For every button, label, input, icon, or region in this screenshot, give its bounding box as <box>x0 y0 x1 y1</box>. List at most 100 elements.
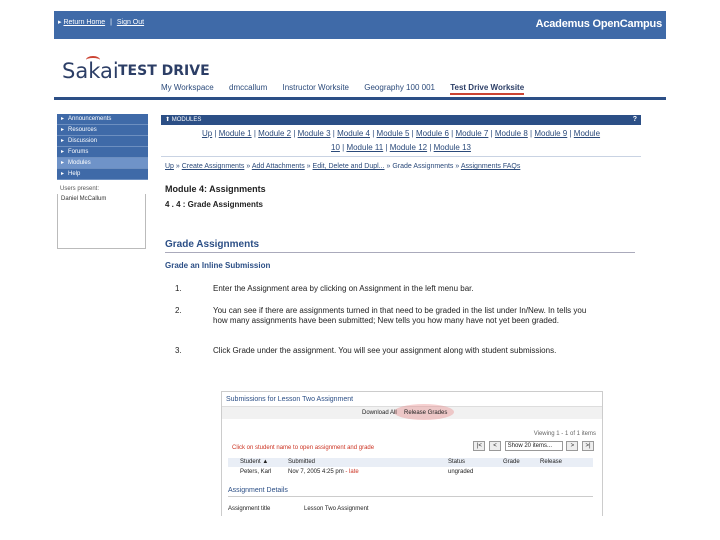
home-icon: ▸ <box>58 19 62 26</box>
crumb-link[interactable]: Assignments FAQs <box>461 163 521 170</box>
modules-bar-title: MODULES <box>171 117 202 123</box>
col-status[interactable]: Status <box>448 458 465 467</box>
module-link[interactable]: Module <box>574 129 600 138</box>
sakai-logo: Sakai <box>62 56 119 83</box>
top-links: ▸ Return Home | Sign Out <box>58 18 144 26</box>
col-student[interactable]: Student ▲ <box>240 458 268 467</box>
pager: |< < Show 20 items... > >| <box>471 441 594 451</box>
col-grade[interactable]: Grade <box>503 458 520 467</box>
late-flag: - late <box>345 469 359 475</box>
submissions-toolbar: Download All Release Grades <box>222 404 602 420</box>
submitted-date-text: Nov 7, 2005 4:25 pm <box>288 469 344 475</box>
nav-label: Discussion <box>68 138 98 144</box>
page-size-select[interactable]: Show 20 items... <box>504 441 563 451</box>
help-icon[interactable]: ? <box>633 115 637 125</box>
nav-item-resources[interactable]: ▸ Resources <box>57 125 148 136</box>
tab-geography[interactable]: Geography 100 001 <box>364 83 435 92</box>
last-page-button[interactable]: >| <box>582 441 594 451</box>
brand-logo: Academus OpenCampus <box>535 18 663 30</box>
slide-frame: ▸ Return Home | Sign Out Academus OpenCa… <box>54 11 666 516</box>
left-nav: ▸ Announcements ▸ Resources ▸ Discussion ▸ F… <box>57 114 148 249</box>
nav-label: Forums <box>68 149 89 155</box>
section-title: 4 . 4 : Grade Assignments <box>165 200 263 209</box>
module-link[interactable]: Up <box>202 129 212 138</box>
link-separator: | <box>110 19 112 26</box>
module-link[interactable]: Module 1 <box>219 129 252 138</box>
nav-item-modules[interactable]: ▸ Modules <box>57 158 148 169</box>
step-3: 3. Click Grade under the assignment. You… <box>161 346 641 368</box>
table-header: Student ▲ Submitted Status Grade Release <box>228 458 593 467</box>
modules-bar: ⬆ MODULES ? <box>161 115 641 125</box>
col-release[interactable]: Release <box>540 458 562 467</box>
tab-my-workspace[interactable]: My Workspace <box>161 83 214 92</box>
arrow-icon: ▸ <box>61 127 65 133</box>
detail-label: Assignment title <box>228 506 271 512</box>
module-links-row-1: Up | Module 1 | Module 2 | Module 3 | Mo… <box>201 129 601 138</box>
up-arrow-icon: ⬆ <box>165 117 171 123</box>
submitted-date: Nov 7, 2005 4:25 pm - late <box>288 468 359 477</box>
site-title: TEST DRIVE <box>118 63 210 79</box>
main-content: ⬆ MODULES ? Up | Module 1 | Module 2 | M… <box>161 115 641 368</box>
presence-list: Daniel McCallum <box>57 194 146 249</box>
status-value: ungraded <box>448 469 474 475</box>
page-title: Grade Assignments <box>165 239 260 250</box>
module-link[interactable]: Module 3 <box>298 129 331 138</box>
module-link[interactable]: Module 13 <box>434 143 471 152</box>
student-name-link[interactable]: Peters, Karl <box>240 468 271 477</box>
assignment-detail-row: Assignment title Lesson Two Assignment <box>228 506 369 512</box>
prev-page-button[interactable]: < <box>488 441 501 451</box>
return-home-link[interactable]: Return Home <box>63 19 105 26</box>
col-submitted[interactable]: Submitted <box>288 458 315 467</box>
crumb-link[interactable]: Add Attachments <box>252 163 305 170</box>
step-number: 1. <box>175 284 182 293</box>
nav-item-announcements[interactable]: ▸ Announcements <box>57 114 148 125</box>
module-link[interactable]: Module 9 <box>534 129 567 138</box>
release-grades-link[interactable]: Release Grades <box>404 407 447 419</box>
presence-user: Daniel McCallum <box>61 196 107 202</box>
crumb-current: Grade Assignments <box>392 163 454 170</box>
module-link[interactable]: Module 6 <box>416 129 449 138</box>
module-link[interactable]: Module 8 <box>495 129 528 138</box>
module-link[interactable]: Module 5 <box>377 129 410 138</box>
sign-out-link[interactable]: Sign Out <box>117 19 144 26</box>
arrow-icon: ▸ <box>61 116 65 122</box>
module-link[interactable]: Module 7 <box>455 129 488 138</box>
viewing-count: Viewing 1 - 1 of 1 items <box>533 431 596 437</box>
step-number: 2. <box>175 306 182 315</box>
step-text: You can see if there are assignments tur… <box>213 306 587 325</box>
presence-label: Users present: <box>60 186 100 192</box>
section-breadcrumb: Up » Create Assignments » Add Attachment… <box>165 163 521 170</box>
module-link[interactable]: 10 <box>331 143 340 152</box>
nav-label: Help <box>68 171 81 177</box>
tab-test-drive-worksite[interactable]: Test Drive Worksite <box>450 83 525 95</box>
arrow-icon: ▸ <box>61 160 65 166</box>
crumb-link[interactable]: Up <box>165 163 174 170</box>
instruction-message: Click on student name to open assignment… <box>232 445 375 451</box>
nav-label: Modules <box>68 160 91 166</box>
arrow-icon: ▸ <box>61 149 65 155</box>
step-number: 3. <box>175 346 182 355</box>
crumb-link[interactable]: Create Assignments <box>182 163 245 170</box>
table-row: Peters, Karl Nov 7, 2005 4:25 pm - late … <box>228 468 593 477</box>
module-link[interactable]: Module 4 <box>337 129 370 138</box>
tab-dmccallum[interactable]: dmccallum <box>229 83 267 92</box>
nav-label: Announcements <box>68 116 112 122</box>
module-link[interactable]: Module 11 <box>346 143 383 152</box>
module-links-row-2: 10 | Module 11 | Module 12 | Module 13 <box>331 143 471 152</box>
first-page-button[interactable]: |< <box>473 441 486 451</box>
module-link[interactable]: Module 12 <box>390 143 427 152</box>
step-1: 1. Enter the Assignment area by clicking… <box>161 284 641 296</box>
step-text: Enter the Assignment area by clicking on… <box>213 284 474 293</box>
top-bar: ▸ Return Home | Sign Out Academus OpenCa… <box>54 11 666 39</box>
nav-label: Resources <box>68 127 97 133</box>
assignment-details-title: Assignment Details <box>228 487 593 497</box>
next-page-button[interactable]: > <box>566 441 579 451</box>
nav-item-help[interactable]: ▸ Help <box>57 169 148 180</box>
crumb-link[interactable]: Edit, Delete and Dupl... <box>313 163 385 170</box>
nav-item-forums[interactable]: ▸ Forums <box>57 147 148 158</box>
tab-instructor-worksite[interactable]: Instructor Worksite <box>282 83 349 92</box>
module-link[interactable]: Module 2 <box>258 129 291 138</box>
download-all-link[interactable]: Download All <box>362 407 397 419</box>
arrow-icon: ▸ <box>61 138 65 144</box>
nav-item-discussion[interactable]: ▸ Discussion <box>57 136 148 147</box>
